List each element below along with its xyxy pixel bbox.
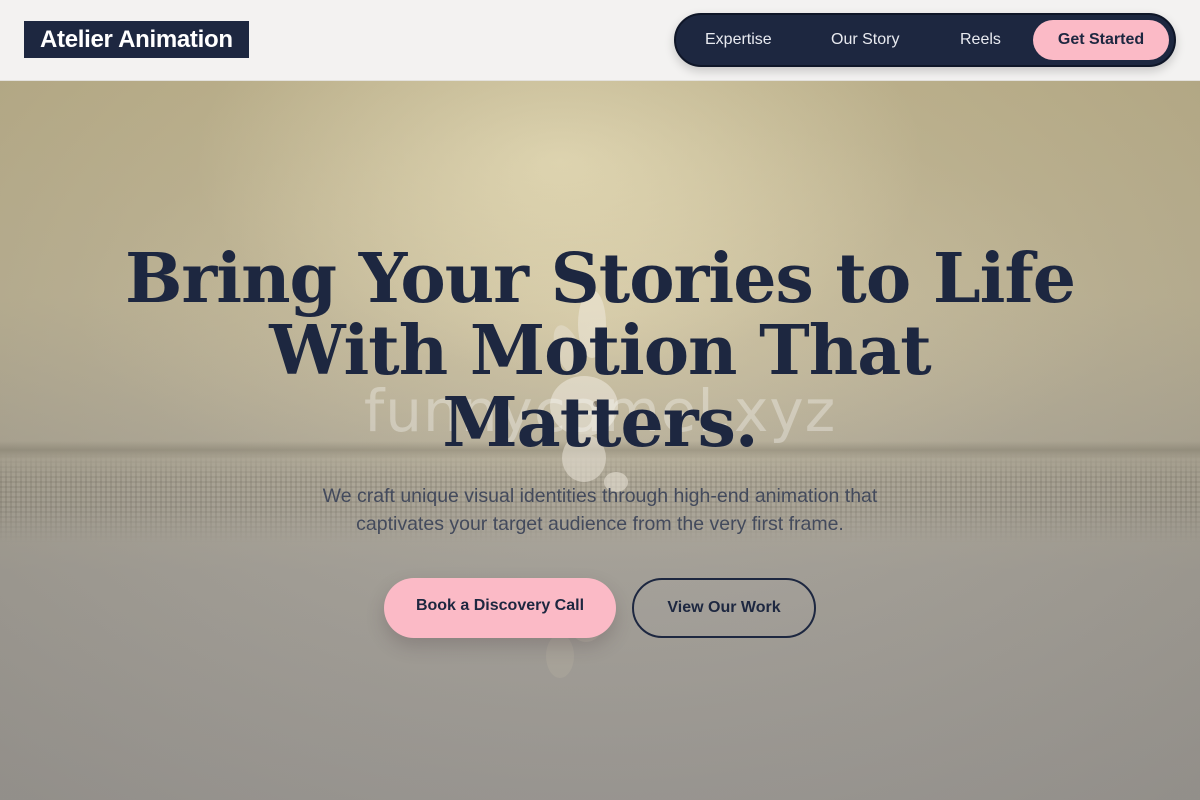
- headline-line-2: With Motion That: [269, 311, 931, 391]
- nav-link-expertise[interactable]: Expertise: [705, 15, 772, 65]
- subtext-line-2: captivates your target audience from the…: [356, 513, 844, 535]
- site-logo[interactable]: Atelier Animation: [24, 21, 249, 58]
- main-nav: Expertise Our Story Reels Get Started: [674, 13, 1176, 67]
- headline-line-1: Bring Your Stories to Life: [124, 239, 1076, 319]
- site-header: Atelier Animation Expertise Our Story Re…: [0, 0, 1200, 81]
- headline-line-3: Matters.: [442, 383, 758, 463]
- book-discovery-call-button[interactable]: Book a Discovery Call: [384, 578, 616, 638]
- hero-subtext: We craft unique visual identities throug…: [270, 482, 930, 538]
- nav-link-reels[interactable]: Reels: [960, 15, 1001, 65]
- view-our-work-button[interactable]: View Our Work: [632, 578, 816, 638]
- nav-link-our-story[interactable]: Our Story: [831, 15, 899, 65]
- subtext-line-1: We craft unique visual identities throug…: [322, 485, 878, 507]
- hero-headline: Bring Your Stories to Life With Motion T…: [100, 243, 1100, 459]
- get-started-button[interactable]: Get Started: [1033, 20, 1169, 60]
- hero-section: funnycamel.xyz Bring Your Stories to Lif…: [0, 81, 1200, 800]
